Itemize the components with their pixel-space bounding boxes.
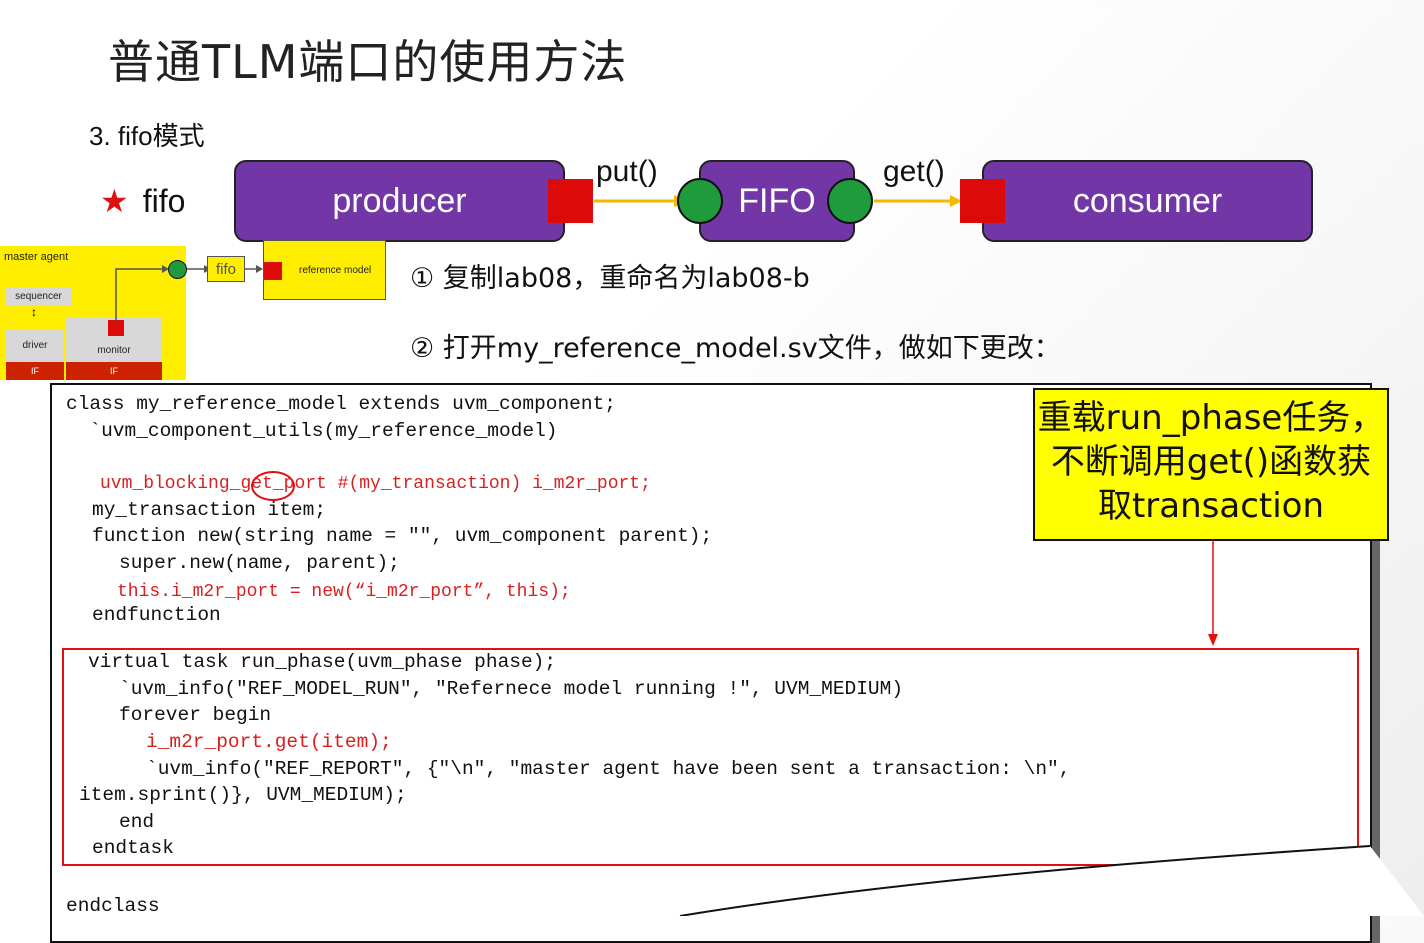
mini-connector-lines xyxy=(115,265,263,321)
code-line-2: `uvm_component_utils(my_reference_model) xyxy=(66,420,558,442)
run-phase-note: 重载run_phase任务， 不断调用get()函数获 取transaction xyxy=(1033,388,1389,541)
star-icon: ★ xyxy=(100,183,129,219)
page-title: 普通TLM端口的使用方法 xyxy=(108,35,628,89)
step-2: ② 打开my_reference_model.sv文件，做如下更改： xyxy=(410,333,1061,364)
consumer-block: consumer xyxy=(982,160,1313,242)
fifo-label: FIFO xyxy=(738,181,816,220)
driver-label: driver xyxy=(22,340,48,351)
code-line-3a: uvm_blocking_ xyxy=(100,474,241,494)
code-line-9: virtual task run_phase(uvm_phase phase); xyxy=(88,651,557,673)
fifo-put-export xyxy=(677,178,723,224)
mini-fifo-export xyxy=(168,260,187,279)
code-line-17: endclass xyxy=(66,895,160,917)
reference-model-label: reference model xyxy=(299,265,372,276)
sequencer-label: sequencer xyxy=(15,291,62,302)
note-line-2: 不断调用get()函数获 xyxy=(1050,442,1372,482)
get-arrow xyxy=(874,195,962,207)
if-left-label: IF xyxy=(31,366,39,376)
reference-model-port xyxy=(264,262,282,280)
code-line-3c: _port #(my_transaction) i_m2r_port; xyxy=(272,474,651,494)
master-agent-label: master agent xyxy=(4,251,69,263)
put-label: put() xyxy=(596,155,658,188)
consumer-label: consumer xyxy=(1072,181,1223,220)
step-1: ① 复制lab08，重命名为lab08-b xyxy=(410,263,810,294)
code-line-4: my_transaction item; xyxy=(92,499,327,521)
reference-model-box: reference model xyxy=(263,240,386,300)
code-line-14: item.sprint()}, UVM_MEDIUM); xyxy=(79,784,407,806)
producer-label: producer xyxy=(332,181,467,220)
if-right-box: IF xyxy=(66,362,162,380)
sequencer-box: sequencer xyxy=(6,288,71,306)
code-line-3: uvm_blocking_get_port #(my_transaction) … xyxy=(100,471,651,497)
code-line-15: end xyxy=(119,811,155,833)
consumer-port xyxy=(960,179,1005,223)
mini-fifo-box: fifo xyxy=(207,256,245,282)
note-line-3: 取transaction xyxy=(1097,486,1325,526)
code-line-5: function new(string name = "", uvm_compo… xyxy=(92,525,713,547)
section-subtitle: 3. fifo模式 xyxy=(89,121,205,151)
code-line-11: forever begin xyxy=(119,704,272,726)
code-line-16: endtask xyxy=(92,837,174,859)
page-curl xyxy=(679,845,1424,916)
fifo-bullet: ★ fifo xyxy=(100,182,185,220)
get-label: get() xyxy=(883,155,945,188)
code-line-13: `uvm_info("REF_REPORT", {"\n", "master a… xyxy=(146,758,1071,780)
code-line-1: class my_reference_model extends uvm_com… xyxy=(66,393,616,415)
code-line-6: super.new(name, parent); xyxy=(119,552,400,574)
code-line-10: `uvm_info("REF_MODEL_RUN", "Refernece mo… xyxy=(119,678,904,700)
producer-block: producer xyxy=(234,160,565,242)
mini-fifo-label: fifo xyxy=(215,261,236,278)
code-line-12: i_m2r_port.get(item); xyxy=(146,731,392,753)
fifo-get-export xyxy=(827,178,873,224)
put-arrow xyxy=(594,195,686,207)
note-arrow xyxy=(1208,540,1218,646)
fifo-bullet-label: fifo xyxy=(142,183,186,219)
driver-box: driver xyxy=(6,329,64,362)
producer-port xyxy=(548,179,593,223)
updown-arrow-icon: ↕ xyxy=(31,305,37,319)
code-line-8: endfunction xyxy=(92,604,221,626)
note-line-1: 重载run_phase任务， xyxy=(1037,398,1385,438)
if-left-box: IF xyxy=(6,362,64,380)
if-right-label: IF xyxy=(110,366,118,376)
